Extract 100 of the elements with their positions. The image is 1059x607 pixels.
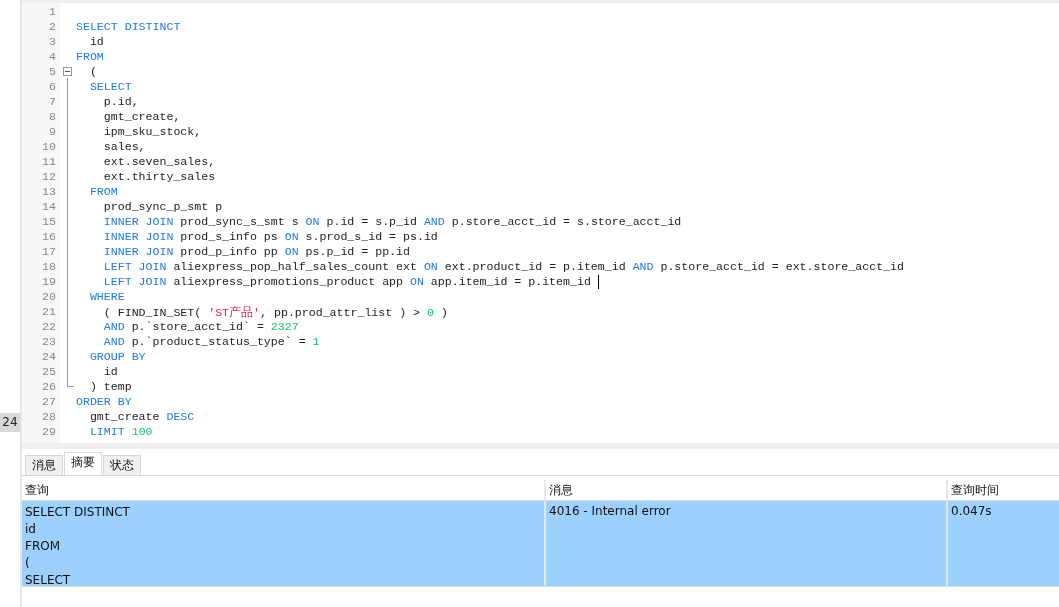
number-literal: 2327 xyxy=(270,320,299,333)
code-text: gmt_create xyxy=(88,410,161,423)
line-number: 27 xyxy=(41,395,57,410)
sql-keyword: SELECT xyxy=(88,80,132,93)
sql-keyword: LIMIT xyxy=(88,425,126,438)
code-text: p.id = s.p_id xyxy=(325,215,418,228)
line-number: 15 xyxy=(41,215,57,230)
line-number: 22 xyxy=(41,320,57,335)
query-time: 0.047s xyxy=(951,504,992,518)
code-text: p.`store_acct_id` = xyxy=(130,320,265,333)
collapse-icon[interactable] xyxy=(63,67,72,76)
code-text: aliexpress_promotions_product app xyxy=(172,275,404,289)
line-number: 13 xyxy=(41,185,57,200)
line-number: 14 xyxy=(41,200,57,215)
query-text: SELECT DISTINCT xyxy=(25,504,131,521)
line-number: 16 xyxy=(41,230,57,245)
sql-keyword: ON xyxy=(305,215,320,228)
number-literal: 0 xyxy=(427,306,434,319)
code-text: p.store_acct_id = s.store_acct_id xyxy=(450,215,682,228)
result-row[interactable]: SELECT DISTINCT id FROM ( SELECT 4016 - Internal error 0.047s xyxy=(22,501,1059,587)
line-number: 1 xyxy=(48,5,57,20)
line-number: 10 xyxy=(41,140,57,155)
code-text: s.prod_s_id = ps.id xyxy=(304,230,438,243)
line-number: 7 xyxy=(48,95,57,110)
line-number: 25 xyxy=(41,365,57,380)
code-text: ) temp xyxy=(88,380,132,393)
column-header: 查询 xyxy=(24,482,50,499)
sql-keyword: LEFT JOIN xyxy=(102,275,167,289)
code-text: prod_sync_s_smt s xyxy=(179,215,300,228)
result-tab[interactable]: 摘要 xyxy=(64,452,102,475)
line-number: 17 xyxy=(41,245,57,260)
sql-keyword: INNER JOIN xyxy=(102,215,174,228)
code-text: p.store_acct_id = ext.store_acct_id xyxy=(659,260,904,273)
code-text: id xyxy=(88,35,104,48)
sql-keyword: AND xyxy=(632,260,654,273)
sql-keyword: INNER JOIN xyxy=(102,245,174,258)
line-number: 28 xyxy=(41,410,57,425)
line-number: 20 xyxy=(41,290,57,305)
number-literal: 1 xyxy=(312,335,320,348)
code-text: ipm_sku_stock, xyxy=(102,125,202,138)
sql-keyword: LEFT JOIN xyxy=(102,260,167,273)
sql-keyword: ON xyxy=(423,260,438,273)
code-text: aliexpress_pop_half_sales_count ext xyxy=(172,260,418,273)
sql-keyword: AND xyxy=(423,215,445,228)
line-number: 29 xyxy=(41,425,57,440)
code-text: p.`product_status_type` = xyxy=(130,335,307,348)
line-number: 4 xyxy=(48,50,57,65)
result-tab[interactable]: 消息 xyxy=(25,455,63,475)
line-number: 26 xyxy=(41,380,57,395)
query-text: SELECT xyxy=(25,572,72,586)
line-number: 21 xyxy=(41,305,57,320)
sql-keyword: FROM xyxy=(76,50,104,63)
code-text: app.item_id = p.item_id xyxy=(429,275,592,289)
sql-keyword: FROM xyxy=(88,185,118,198)
code-text: prod_sync_p_smt p xyxy=(102,200,223,213)
line-number: 19 xyxy=(41,275,57,290)
code-text: ps.p_id = pp.id xyxy=(304,245,410,258)
sql-keyword: ON xyxy=(409,275,424,289)
line-number: 9 xyxy=(48,125,57,140)
message-text: 4016 - Internal error xyxy=(549,504,671,518)
line-number: 8 xyxy=(48,110,57,125)
line-number: 11 xyxy=(41,155,57,170)
sql-keyword: ON xyxy=(284,230,299,243)
string-literal: 'ST产品' xyxy=(208,306,261,319)
code-text: sales, xyxy=(102,140,146,153)
line-number: 6 xyxy=(48,80,57,95)
code-text: ext.product_id = p.item_id xyxy=(443,260,627,273)
code-text: ( xyxy=(88,65,97,78)
sql-keyword: ORDER BY xyxy=(76,395,132,408)
line-number: 12 xyxy=(41,170,57,185)
line-number: 23 xyxy=(41,335,57,350)
sql-keyword: AND xyxy=(102,335,125,348)
code-text: p.id, xyxy=(102,95,139,108)
line-badge: 24 xyxy=(0,413,20,432)
sql-keyword: GROUP BY xyxy=(88,350,146,363)
number-literal: 100 xyxy=(131,425,153,438)
line-number: 2 xyxy=(48,20,57,35)
code-text: id xyxy=(102,365,118,378)
sql-keyword: SELECT DISTINCT xyxy=(76,20,181,33)
code-text: prod_p_info pp xyxy=(179,245,279,258)
code-text: , pp.prod_attr_list ) > xyxy=(260,306,422,319)
query-text: id xyxy=(25,521,37,538)
line-number: 3 xyxy=(48,35,57,50)
line-number: 24 xyxy=(41,350,57,365)
code-text: ) xyxy=(439,306,448,319)
sql-keyword: DESC xyxy=(166,410,195,423)
query-text: ( xyxy=(25,555,31,572)
query-text: FROM xyxy=(25,538,62,555)
code-text: ext.thirty_sales xyxy=(102,170,216,183)
result-tab[interactable]: 状态 xyxy=(103,455,141,475)
sql-keyword: ON xyxy=(284,245,299,258)
sql-keyword: WHERE xyxy=(88,290,125,303)
code-text: ext.seven_sales, xyxy=(102,155,216,168)
sql-keyword: INNER JOIN xyxy=(102,230,174,243)
code-text: ( FIND_IN_SET( xyxy=(102,306,203,319)
line-number: 5 xyxy=(48,65,57,80)
code-text: gmt_create, xyxy=(102,110,181,123)
code-text: prod_s_info ps xyxy=(179,230,279,243)
line-number: 18 xyxy=(41,260,57,275)
sql-keyword: AND xyxy=(102,320,125,333)
